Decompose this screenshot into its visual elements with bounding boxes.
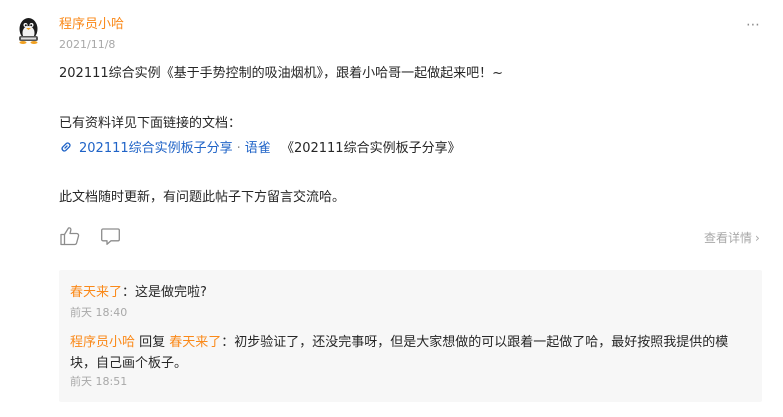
reply-word: 回复	[135, 335, 170, 350]
comment-author[interactable]: 春天来了	[70, 285, 122, 300]
document-link-row: 202111综合实例板子分享 · 语雀 《202111综合实例板子分享》	[59, 139, 461, 159]
document-book-title: 《202111综合实例板子分享》	[280, 141, 461, 156]
comment-author[interactable]: 程序员小哈	[70, 335, 135, 350]
chevron-right-icon: ›	[755, 231, 760, 245]
document-link[interactable]: 202111综合实例板子分享 · 语雀	[59, 141, 275, 156]
comment-item: 春天来了：这是做完啦?	[70, 284, 750, 302]
view-details-link[interactable]: 查看详情 ›	[704, 230, 760, 246]
reply-target[interactable]: 春天来了	[169, 335, 221, 350]
link-icon	[61, 142, 71, 152]
post-paragraph-1: 202111综合实例《基于手势控制的吸油烟机》，跟着小哈哥一起做起来吧！~	[59, 66, 504, 81]
avatar[interactable]	[16, 16, 41, 44]
comment-text: ：这是做完啦?	[122, 285, 207, 300]
comment-item: 程序员小哈 回复 春天来了：初步验证了，还没完事呀，但是大家想做的可以跟着一起做…	[70, 332, 750, 374]
thumb-up-icon[interactable]	[59, 226, 81, 246]
view-details-label: 查看详情	[704, 231, 753, 245]
document-link-title: 202111综合实例板子分享	[79, 141, 233, 156]
link-separator: ·	[236, 141, 241, 156]
comment-time: 前天 18:51	[70, 375, 128, 388]
post-date: 2021/11/8	[59, 38, 116, 51]
comment-time: 前天 18:40	[70, 306, 128, 319]
comment-icon[interactable]	[100, 227, 121, 246]
post-paragraph-3: 此文档随时更新，有问题此帖子下方留言交流哈。	[59, 190, 346, 205]
post-author[interactable]: 程序员小哈	[59, 16, 124, 34]
more-options-icon[interactable]: ⋯	[746, 18, 760, 32]
comment-section: 春天来了：这是做完啦? 前天 18:40 程序员小哈 回复 春天来了：初步验证了…	[59, 270, 762, 402]
document-link-source: 语雀	[244, 141, 271, 156]
post-paragraph-2: 已有资料详见下面链接的文档：	[59, 116, 242, 131]
